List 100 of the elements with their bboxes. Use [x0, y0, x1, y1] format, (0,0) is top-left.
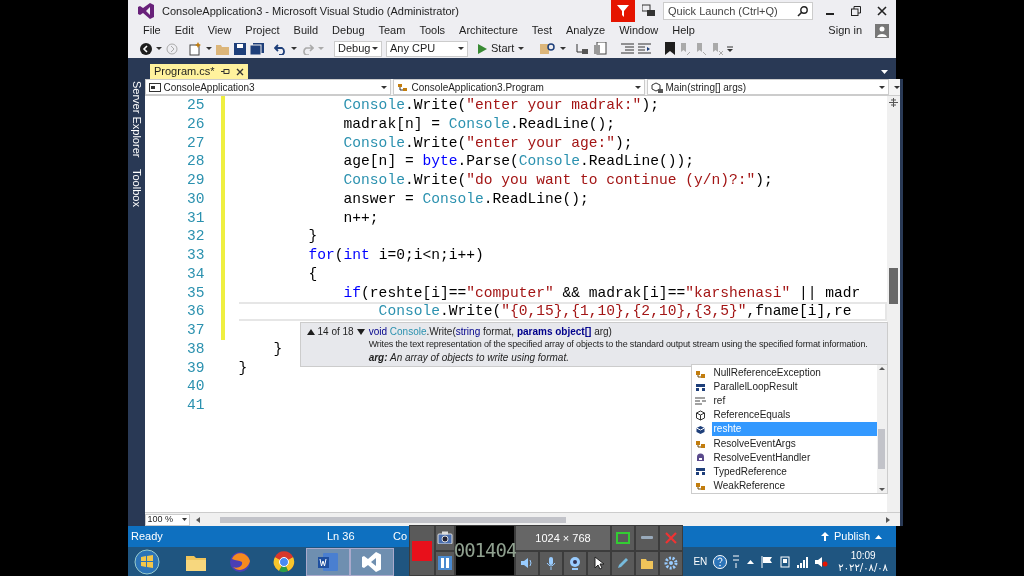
- save-icon[interactable]: [234, 42, 246, 55]
- search-icon[interactable]: [797, 5, 808, 17]
- pencil-button[interactable]: [612, 551, 634, 575]
- clock-date[interactable]: ۲۰۲۲/۰۸/۰۸: [838, 561, 888, 574]
- up-arrow-icon[interactable]: [878, 367, 885, 370]
- down-arrow-icon[interactable]: [878, 488, 885, 491]
- menu-item[interactable]: Edit: [167, 22, 201, 39]
- completion-item[interactable]: ResolveEventHandler: [711, 450, 877, 465]
- menu-item[interactable]: Project: [238, 22, 287, 39]
- completion-item[interactable]: NullReferenceException: [711, 366, 877, 381]
- line-number: 39: [187, 358, 205, 378]
- save-all-icon[interactable]: [250, 42, 264, 55]
- menu-item[interactable]: File: [136, 22, 168, 39]
- find-in-files-icon[interactable]: [540, 41, 557, 56]
- caret-icon: [634, 85, 641, 89]
- menu-item[interactable]: Team: [371, 22, 413, 39]
- up-arrow-icon[interactable]: [306, 328, 315, 335]
- completion-item[interactable]: ParallelLoopResult: [711, 380, 877, 395]
- overflow-icon[interactable]: [727, 45, 734, 52]
- menu-item[interactable]: Test: [524, 22, 559, 39]
- dropdown[interactable]: Debug: [334, 40, 382, 57]
- left-arrow-icon[interactable]: [195, 516, 200, 523]
- side-tab[interactable]: Server Explorer: [128, 81, 145, 158]
- menu-item[interactable]: Architecture: [452, 22, 525, 39]
- completion-item[interactable]: ReferenceEquals: [711, 408, 877, 423]
- feedback-flag-button[interactable]: [611, 0, 635, 22]
- folder-button[interactable]: [636, 551, 658, 575]
- bookmark-icon[interactable]: [665, 42, 676, 55]
- menu-item[interactable]: Analyze: [559, 22, 613, 39]
- cursor-button[interactable]: [588, 551, 610, 575]
- navigation-dropdown[interactable]: ConsoleApplication3: [144, 79, 391, 95]
- method-icon: [650, 81, 663, 93]
- pause-button[interactable]: [435, 551, 454, 575]
- volume-muted-icon[interactable]: [815, 555, 829, 568]
- screenshot-button[interactable]: [435, 526, 454, 550]
- user-icon[interactable]: [875, 23, 889, 38]
- document-icon[interactable]: [594, 42, 608, 55]
- menu-item[interactable]: Window: [612, 22, 666, 39]
- outdent-icon[interactable]: [638, 43, 652, 54]
- menu-item[interactable]: Tools: [412, 22, 453, 39]
- back-icon[interactable]: [140, 42, 152, 55]
- menu-item[interactable]: Build: [286, 22, 326, 39]
- microphone-button[interactable]: [540, 551, 562, 575]
- signal-icon[interactable]: [797, 555, 810, 568]
- restore-icon[interactable]: [851, 6, 861, 16]
- scroll-thumb[interactable]: [219, 516, 566, 523]
- flag-icon[interactable]: [761, 555, 774, 568]
- dropdown[interactable]: Any CPU: [386, 40, 468, 57]
- navigation-dropdown[interactable]: Main(string[] args): [646, 79, 889, 95]
- right-arrow-icon[interactable]: [885, 516, 890, 523]
- chat-icon[interactable]: [642, 4, 656, 18]
- menu-item[interactable]: Help: [665, 22, 702, 39]
- help-icon[interactable]: [713, 554, 728, 569]
- sign-in-link[interactable]: Sign in: [828, 22, 862, 39]
- start-button[interactable]: Start: [476, 40, 527, 57]
- list-scrollbar[interactable]: [876, 365, 887, 493]
- completion-item[interactable]: ResolveEventArgs: [711, 436, 877, 451]
- code-line: n++;: [342, 208, 379, 228]
- speaker-button[interactable]: [516, 551, 538, 575]
- vertical-scrollbar[interactable]: [886, 96, 900, 512]
- show-hidden-icons-icon[interactable]: [747, 559, 755, 564]
- menu-item[interactable]: Debug: [325, 22, 372, 39]
- taskbar-button[interactable]: [306, 547, 350, 576]
- completion-item[interactable]: ref: [711, 394, 877, 409]
- zoom-dropdown[interactable]: 100 %: [144, 513, 190, 526]
- caret-icon: [181, 518, 187, 521]
- caret-icon: [878, 85, 885, 89]
- step-icon[interactable]: [576, 42, 591, 55]
- publish-button[interactable]: Publish: [820, 528, 882, 545]
- pencil-icon: [616, 556, 630, 571]
- device-icon[interactable]: [779, 555, 792, 568]
- down-arrow-icon[interactable]: [356, 328, 365, 335]
- line-number: 36: [187, 302, 205, 321]
- taskbar-button[interactable]: [350, 547, 394, 576]
- caret-icon[interactable]: [893, 85, 900, 89]
- undo-icon[interactable]: [274, 42, 287, 55]
- close-icon[interactable]: [877, 6, 887, 16]
- split-icon[interactable]: [888, 98, 898, 107]
- caret-icon[interactable]: [560, 47, 567, 50]
- caret-icon[interactable]: [291, 47, 297, 50]
- side-tab[interactable]: Toolbox: [128, 169, 145, 208]
- scroll-thumb[interactable]: [878, 429, 885, 469]
- language-indicator[interactable]: EN: [693, 554, 708, 569]
- clock-time[interactable]: 10:09: [850, 549, 876, 562]
- completion-item[interactable]: WeakReference: [711, 478, 877, 493]
- completion-item[interactable]: TypedReference: [711, 464, 877, 479]
- navigation-dropdown[interactable]: ConsoleApplication3.Program: [392, 79, 645, 95]
- start-orb-icon[interactable]: [134, 548, 160, 575]
- scroll-thumb[interactable]: [888, 268, 898, 304]
- settings-button[interactable]: [660, 551, 682, 575]
- webcam-button[interactable]: [564, 551, 586, 575]
- close-icon[interactable]: [235, 67, 244, 76]
- tab-list-icon[interactable]: [881, 69, 888, 74]
- pin-icon[interactable]: [220, 68, 230, 75]
- quick-launch-field[interactable]: Quick Launch (Ctrl+Q): [663, 2, 813, 20]
- caret-icon[interactable]: [156, 47, 162, 50]
- file-tab[interactable]: Program.cs*: [150, 64, 248, 79]
- menu-item[interactable]: View: [200, 22, 239, 39]
- caret-icon[interactable]: [206, 47, 212, 50]
- minimize-button[interactable]: [636, 526, 658, 550]
